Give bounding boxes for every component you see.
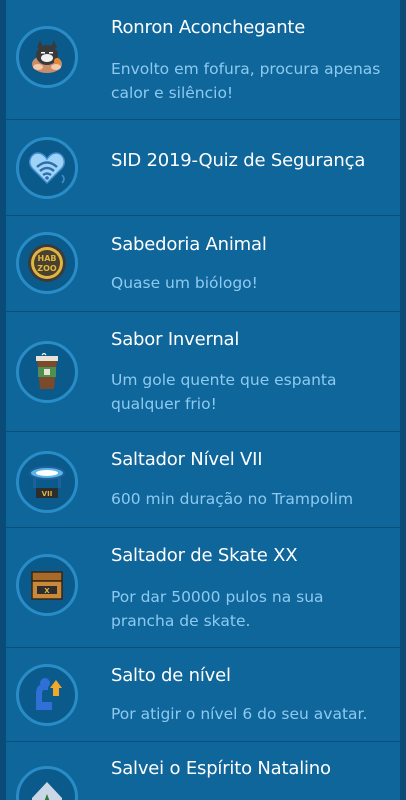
badge-row[interactable]: HAB ZOO Sabedoria Animal Quase um biólog… bbox=[0, 216, 406, 312]
badge-title: SID 2019-Quiz de Segurança bbox=[111, 150, 366, 171]
level-up-arm-badge-icon bbox=[16, 664, 78, 726]
badge-description: Quase um biólogo! bbox=[111, 274, 258, 292]
badge-title: Sabor Invernal bbox=[111, 329, 240, 350]
badge-description: Envolto em fofura, procura apenas calor … bbox=[111, 60, 381, 102]
svg-text:ZOO: ZOO bbox=[37, 264, 57, 273]
sleeping-cat-badge-icon bbox=[16, 26, 78, 88]
trampoline-vii-badge-icon: VII bbox=[16, 451, 78, 513]
badge-description: Por dar 50000 pulos na sua prancha de sk… bbox=[111, 588, 324, 630]
badge-list: Ronron Aconchegante Envolto em fofura, p… bbox=[0, 0, 406, 800]
badge-row[interactable]: Salvei o Espírito Natalino bbox=[0, 742, 406, 800]
badge-title: Ronron Aconchegante bbox=[111, 17, 306, 38]
badge-row[interactable]: Sabor Invernal Um gole quente que espant… bbox=[0, 312, 406, 432]
badge-title: Sabedoria Animal bbox=[111, 234, 267, 255]
badge-row[interactable]: Salto de nível Por atigir o nível 6 do s… bbox=[0, 648, 406, 742]
hot-drink-cup-badge-icon bbox=[16, 341, 78, 403]
badge-description: Um gole quente que espanta qualquer frio… bbox=[111, 371, 337, 413]
christmas-spirit-badge-icon bbox=[16, 766, 78, 800]
badge-title: Saltador Nível VII bbox=[111, 449, 263, 470]
skate-chest-xx-badge-icon: X bbox=[16, 554, 78, 616]
badge-row[interactable]: SID 2019-Quiz de Segurança bbox=[0, 120, 406, 216]
hab-zoo-coin-badge-icon: HAB ZOO bbox=[16, 232, 78, 294]
badge-description: Por atigir o nível 6 do seu avatar. bbox=[111, 705, 368, 723]
badge-row[interactable]: X Saltador de Skate XX Por dar 50000 pul… bbox=[0, 528, 406, 648]
svg-text:VII: VII bbox=[42, 490, 53, 498]
svg-text:X: X bbox=[44, 587, 50, 595]
badge-row[interactable]: VII Saltador Nível VII 600 min duração n… bbox=[0, 432, 406, 528]
badge-title: Salvei o Espírito Natalino bbox=[111, 758, 331, 779]
wifi-heart-badge-icon bbox=[16, 137, 78, 199]
badge-title: Saltador de Skate XX bbox=[111, 545, 298, 566]
badge-row[interactable]: Ronron Aconchegante Envolto em fofura, p… bbox=[0, 0, 406, 120]
svg-text:HAB: HAB bbox=[38, 254, 57, 263]
badge-description: 600 min duração no Trampolim bbox=[111, 490, 354, 508]
badge-title: Salto de nível bbox=[111, 665, 231, 686]
